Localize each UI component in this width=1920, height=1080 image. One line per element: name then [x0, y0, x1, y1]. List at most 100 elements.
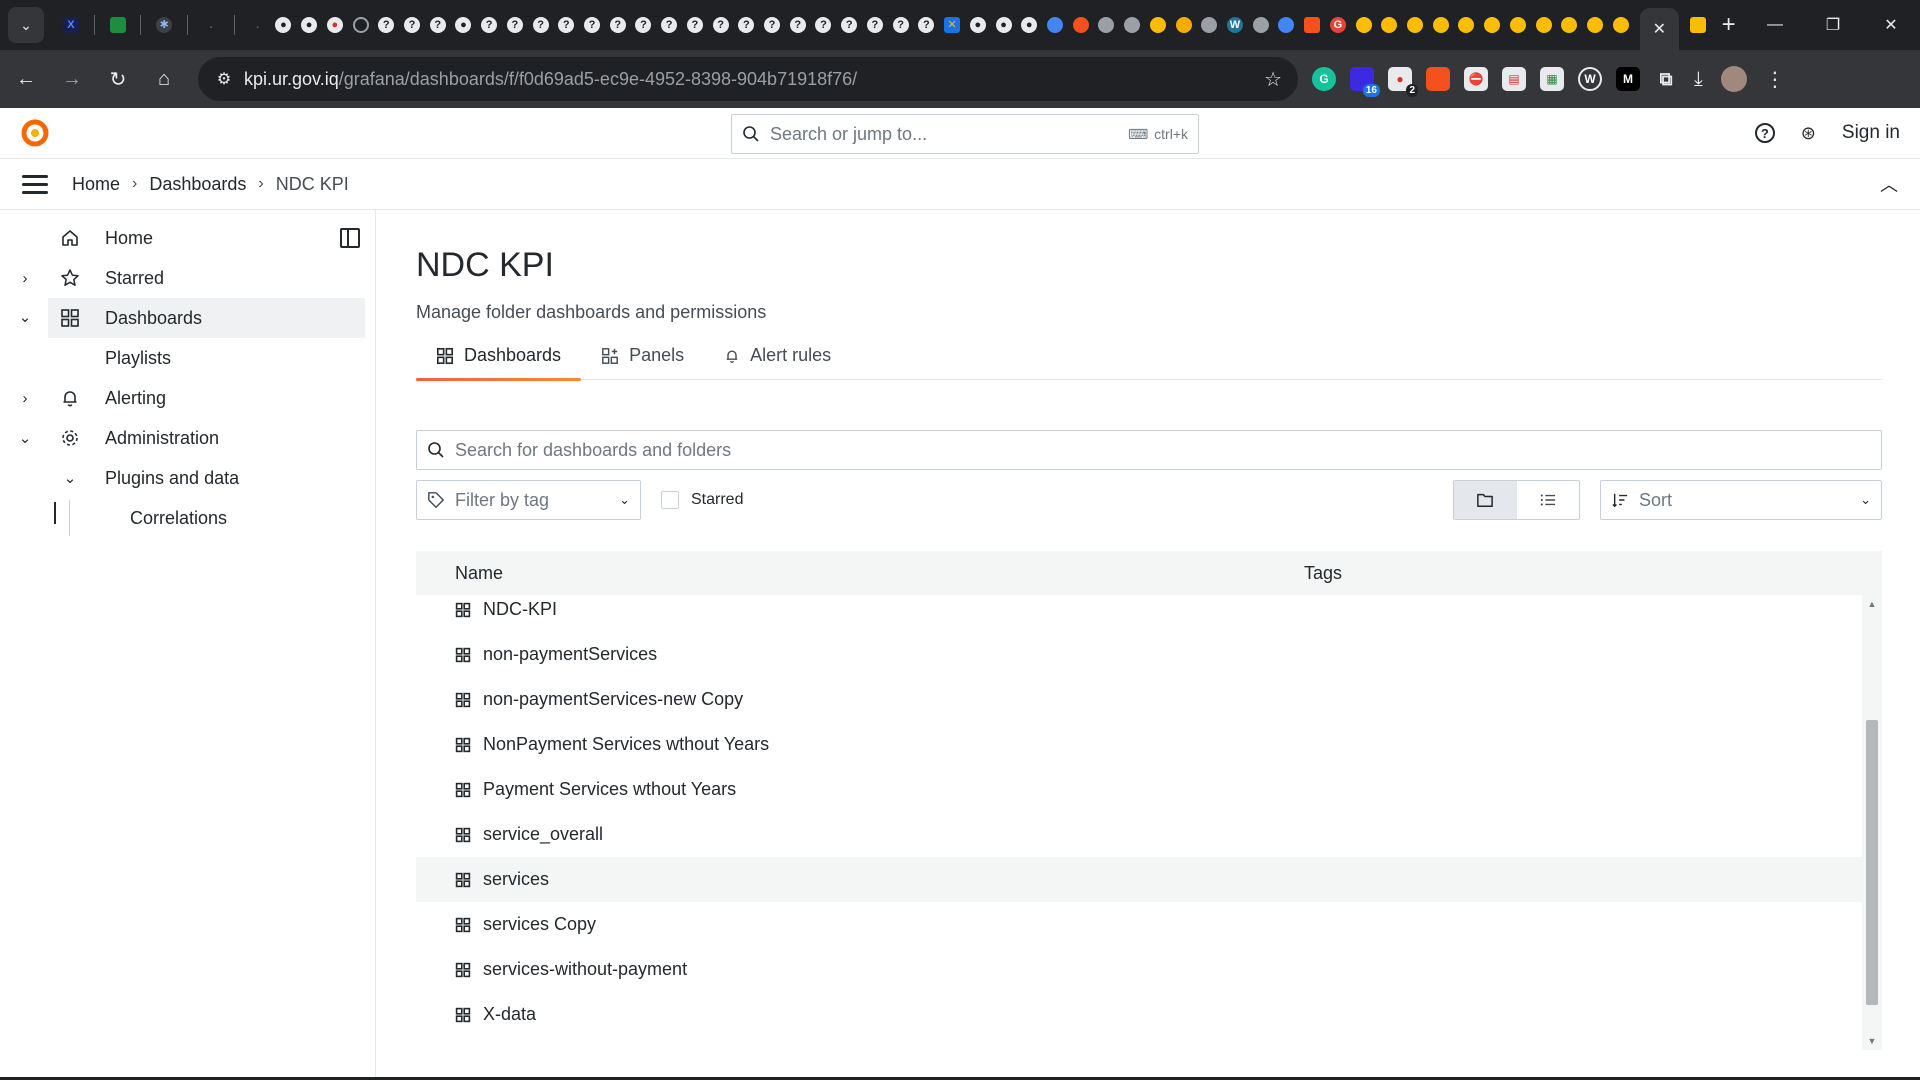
chevron-down-icon[interactable]: ⌄: [63, 469, 77, 487]
active-tab-close-icon[interactable]: ✕: [1639, 8, 1680, 50]
site-info-icon[interactable]: ⚙: [204, 69, 244, 89]
table-row[interactable]: services: [416, 857, 1862, 902]
tab[interactable]: ?: [633, 14, 655, 36]
grammarly-icon[interactable]: G: [1312, 67, 1336, 91]
tab[interactable]: ?: [890, 14, 912, 36]
sidebar-item-dashboards[interactable]: Dashboards: [48, 298, 365, 338]
tab[interactable]: ●: [298, 14, 320, 36]
reload-icon[interactable]: ↻: [98, 59, 138, 99]
tab[interactable]: ?: [761, 14, 783, 36]
tab[interactable]: ?: [684, 14, 706, 36]
tab[interactable]: ✕: [941, 14, 963, 36]
medium-icon[interactable]: M: [1616, 67, 1640, 91]
pinned-tab[interactable]: .: [247, 14, 269, 36]
tab-alert-rules[interactable]: Alert rules: [704, 332, 851, 380]
pinned-tab[interactable]: .: [200, 14, 222, 36]
table-row[interactable]: NonPayment Services wthout Years: [416, 722, 1862, 767]
scroll-down-icon[interactable]: ▼: [1867, 1036, 1877, 1046]
filter-by-tag-select[interactable]: Filter by tag ⌄: [416, 480, 641, 520]
tab[interactable]: [350, 14, 372, 36]
pinned-tab[interactable]: X: [60, 14, 82, 36]
tab[interactable]: [1584, 14, 1606, 36]
sign-in-link[interactable]: Sign in: [1842, 122, 1900, 144]
extension-icon[interactable]: [1426, 67, 1450, 91]
tab-search-button[interactable]: ⌄: [8, 7, 44, 43]
sidebar-item-alerting[interactable]: › Alerting: [0, 378, 365, 418]
tab[interactable]: [1456, 14, 1478, 36]
tab[interactable]: [1276, 14, 1298, 36]
table-row[interactable]: Payment Services wthout Years: [416, 767, 1862, 812]
dashboard-link[interactable]: NonPayment Services wthout Years: [483, 734, 769, 755]
tab[interactable]: [1378, 14, 1400, 36]
grafana-logo-icon[interactable]: [18, 116, 52, 150]
home-browser-icon[interactable]: ⌂: [144, 59, 184, 99]
pinned-tab[interactable]: ✱: [153, 14, 175, 36]
tab[interactable]: [1481, 14, 1503, 36]
tab[interactable]: ?: [401, 14, 423, 36]
dashboard-link[interactable]: service_overall: [483, 824, 603, 845]
breadcrumb-home[interactable]: Home: [72, 174, 120, 195]
wappalyzer-icon[interactable]: W: [1578, 67, 1602, 91]
tab[interactable]: ?: [813, 14, 835, 36]
dashboard-link[interactable]: Payment Services wthout Years: [483, 779, 736, 800]
tab[interactable]: [1173, 14, 1195, 36]
chevron-down-icon[interactable]: ⌄: [18, 429, 32, 447]
dashboard-link[interactable]: non-paymentServices: [483, 644, 657, 665]
puzzle-icon[interactable]: ⧉: [1654, 67, 1678, 91]
tab[interactable]: ?: [530, 14, 552, 36]
tab[interactable]: ?: [916, 14, 938, 36]
extension-icon[interactable]: 16: [1350, 67, 1380, 97]
chevron-down-icon[interactable]: ⌄: [18, 308, 32, 326]
tab[interactable]: ●: [324, 14, 346, 36]
starred-filter[interactable]: Starred: [661, 491, 743, 509]
tab[interactable]: [1198, 14, 1220, 36]
dashboard-link[interactable]: non-paymentServices-new Copy: [483, 689, 743, 710]
tab[interactable]: ?: [864, 14, 886, 36]
avatar[interactable]: [1720, 66, 1747, 92]
dashboard-search-input[interactable]: Search for dashboards and folders: [416, 430, 1882, 470]
table-row[interactable]: non-paymentServices-new Copy: [416, 677, 1862, 722]
sidebar-item-correlations[interactable]: Correlations: [0, 498, 365, 538]
tab[interactable]: [1610, 14, 1632, 36]
tab[interactable]: [1558, 14, 1580, 36]
sidebar-item-administration[interactable]: ⌄ Administration: [0, 418, 365, 458]
sidebar-item-plugins-and-data[interactable]: ⌄ Plugins and data: [0, 458, 365, 498]
tab[interactable]: ?: [375, 14, 397, 36]
tab[interactable]: [1507, 14, 1529, 36]
download-icon[interactable]: ⤓: [1694, 68, 1703, 91]
sidebar-item-home[interactable]: Home: [0, 218, 365, 258]
table-row[interactable]: X-data: [416, 992, 1862, 1037]
close-window-icon[interactable]: ✕: [1862, 0, 1920, 50]
tab[interactable]: G: [1327, 14, 1349, 36]
tab-dashboards[interactable]: Dashboards: [416, 332, 582, 381]
tab[interactable]: ?: [787, 14, 809, 36]
back-icon[interactable]: ←: [6, 59, 46, 99]
tab[interactable]: ?: [504, 14, 526, 36]
extension-icon[interactable]: ▦: [1540, 67, 1564, 91]
tab[interactable]: ?: [478, 14, 500, 36]
tab[interactable]: ●: [1018, 14, 1040, 36]
tab[interactable]: ●: [453, 14, 475, 36]
dashboard-link[interactable]: services: [483, 869, 549, 890]
extension-icon[interactable]: ⛔: [1464, 67, 1488, 91]
table-row[interactable]: non-paymentServices: [416, 632, 1862, 677]
tab[interactable]: ?: [581, 14, 603, 36]
folder-view-button[interactable]: [1454, 481, 1517, 519]
list-scrollbar[interactable]: ▲ ▼: [1862, 595, 1882, 1050]
sidebar-item-starred[interactable]: › Starred: [0, 258, 365, 298]
column-header-name[interactable]: Name: [455, 563, 503, 584]
menu-toggle-icon[interactable]: [22, 174, 48, 194]
starred-checkbox[interactable]: [661, 491, 679, 509]
sort-select[interactable]: Sort ⌄: [1600, 480, 1882, 520]
scrollbar-thumb[interactable]: [1866, 720, 1878, 1005]
help-icon[interactable]: ?: [1754, 123, 1775, 143]
chevron-right-icon[interactable]: ›: [18, 270, 32, 287]
restore-icon[interactable]: ❐: [1804, 0, 1862, 50]
tab[interactable]: [1687, 14, 1709, 36]
tab[interactable]: ●: [273, 14, 295, 36]
menu-icon[interactable]: ⋮: [1765, 67, 1785, 92]
dashboard-link[interactable]: services-without-payment: [483, 959, 687, 980]
new-tab-button[interactable]: +: [1711, 11, 1746, 39]
dashboard-link[interactable]: X-data: [483, 1004, 536, 1025]
tab[interactable]: ?: [735, 14, 757, 36]
